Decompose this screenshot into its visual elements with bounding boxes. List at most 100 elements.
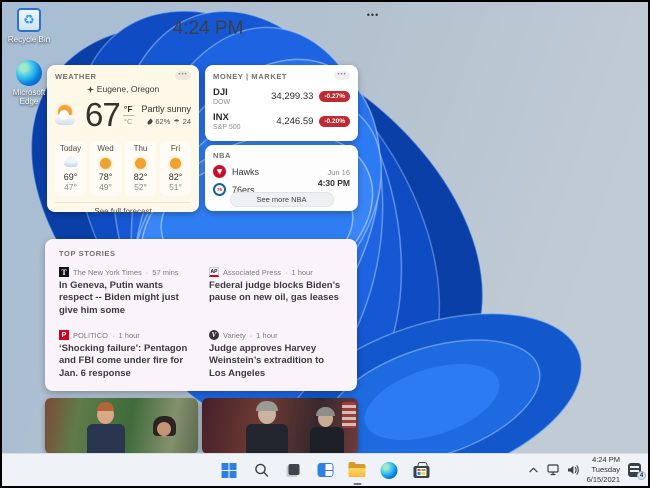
tray-clock[interactable]: 4:24 PM Tuesday 6/15/2021 <box>587 455 620 484</box>
edge-shortcut-label: Microsoft Edge <box>12 88 46 107</box>
story-source: Associated Press <box>223 267 281 277</box>
network-button[interactable] <box>547 462 561 478</box>
tray-time: 4:24 PM <box>592 455 620 465</box>
game-date: Jun 16 <box>327 168 350 177</box>
recycle-bin-icon: ♻ <box>15 6 43 33</box>
game-time: 4:30 PM <box>317 178 350 188</box>
story-source: Variety <box>223 330 246 340</box>
market-row-inx[interactable]: INX S&P 500 4,246.59 -0.20% <box>213 112 350 131</box>
team-row-hawks[interactable]: Hawks <box>213 165 259 178</box>
desktop-screen: ♻ Recycle Bin Microsoft Edge 4:24 PM •••… <box>0 0 650 488</box>
weather-condition: Partly sunny <box>141 104 191 114</box>
variety-logo-icon: V <box>209 330 219 341</box>
store-button[interactable] <box>409 458 434 483</box>
weather-location: Eugene, Oregon <box>96 84 160 94</box>
humidity-value: 62% <box>155 117 171 126</box>
search-icon <box>254 463 268 477</box>
chevron-up-icon <box>529 467 538 473</box>
meta-separator: · <box>249 330 253 340</box>
see-more-nba-button[interactable]: See more NBA <box>229 192 334 207</box>
unit-fahrenheit[interactable]: °F <box>123 104 134 114</box>
top-stories-card: TOP STORIES T The New York Times · 57 mi… <box>45 239 357 391</box>
widgets-panel-clock: 4:24 PM <box>172 18 244 39</box>
story-source: The New York Times <box>73 267 142 277</box>
unit-celsius[interactable]: °C <box>123 117 134 126</box>
meta-separator: · <box>284 267 288 277</box>
edge-shortcut[interactable]: Microsoft Edge <box>5 59 53 106</box>
volume-button[interactable] <box>567 462 581 478</box>
location-icon <box>86 85 94 93</box>
widgets-icon <box>317 463 333 477</box>
partly-sunny-icon <box>55 105 81 125</box>
sunny-icon <box>90 156 121 170</box>
microsoft-store-icon <box>413 461 429 478</box>
start-button[interactable] <box>217 458 242 483</box>
meta-separator: · <box>112 330 115 340</box>
sunny-icon <box>125 156 156 170</box>
market-row-dji[interactable]: DJI DOW 34,299.33 -0.27% <box>213 87 350 106</box>
precip-index: 24 <box>182 117 191 126</box>
speaker-icon <box>568 465 579 475</box>
windows-logo-icon <box>221 462 237 478</box>
edge-button[interactable] <box>377 458 402 483</box>
see-full-forecast-link[interactable]: See full forecast <box>55 202 191 216</box>
nyt-logo-icon: T <box>59 267 69 277</box>
change-badge: -0.27% <box>319 91 350 102</box>
weather-card-title: WEATHER <box>55 72 97 81</box>
widgets-panel-menu[interactable]: ••• <box>361 10 385 24</box>
search-button[interactable] <box>249 458 274 483</box>
umbrella-icon: ☂ <box>173 118 180 126</box>
widgets-button[interactable] <box>313 458 338 483</box>
cloudy-icon <box>55 155 86 170</box>
story-headline[interactable]: Federal judge blocks Biden’s pause on ne… <box>209 280 343 305</box>
forecast-day-today[interactable]: Today 69° 47° <box>55 141 86 196</box>
forecast-day-wed[interactable]: Wed 78° 49° <box>90 141 121 196</box>
hawks-logo-icon <box>213 165 226 178</box>
forecast-day-thu[interactable]: Thu 82° 52° <box>125 141 156 196</box>
market-card[interactable]: MONEY | MARKET ••• DJI DOW 34,299.33 -0.… <box>205 65 358 141</box>
taskbar: 4:24 PM Tuesday 6/15/2021 4 <box>2 453 648 486</box>
story-source: POLITICO <box>73 330 109 340</box>
politico-logo-icon: P <box>59 330 69 341</box>
story-item-ap[interactable]: AP Associated Press · 1 hour Federal jud… <box>209 267 343 317</box>
task-view-button[interactable] <box>281 458 306 483</box>
weather-menu-button[interactable]: ••• <box>175 71 191 80</box>
top-stories-title: TOP STORIES <box>59 249 116 258</box>
story-age: 1 hour <box>256 330 278 340</box>
meta-separator: · <box>145 267 149 277</box>
file-explorer-button[interactable] <box>345 458 370 485</box>
task-view-icon <box>285 462 302 479</box>
story-item-politico[interactable]: P POLITICO · 1 hour ‘Shocking failure’: … <box>59 330 193 380</box>
forecast-day-fri[interactable]: Fri 82° 51° <box>160 141 191 196</box>
notification-button[interactable]: 4 <box>626 463 646 480</box>
network-icon <box>547 464 559 476</box>
news-photo-right[interactable] <box>202 398 358 454</box>
edge-icon <box>15 59 43 86</box>
tray-day: Tuesday <box>591 465 621 475</box>
nba-card[interactable]: NBA Hawks 76 76ers Jun 16 4:30 PM See mo… <box>205 145 358 211</box>
ap-logo-icon: AP <box>209 267 219 277</box>
tray-date: 6/15/2021 <box>586 474 620 484</box>
news-photo-left[interactable] <box>45 398 198 454</box>
recycle-bin-shortcut[interactable]: ♻ Recycle Bin <box>5 6 53 44</box>
story-age: 1 hour <box>291 267 313 277</box>
market-card-title: MONEY | MARKET <box>213 72 288 81</box>
weather-temperature: 67 <box>85 96 121 133</box>
us-flag-detail <box>342 402 356 428</box>
story-headline[interactable]: In Geneva, Putin wants respect -- Biden … <box>59 280 193 317</box>
weather-card[interactable]: WEATHER ••• Eugene, Oregon 67 °F °C Part… <box>47 65 199 216</box>
76ers-logo-icon: 76 <box>213 183 226 196</box>
open-app-indicator <box>353 482 361 485</box>
story-age: 1 hour <box>118 330 140 340</box>
story-item-variety[interactable]: V Variety · 1 hour Judge approves Harvey… <box>209 330 343 380</box>
story-headline[interactable]: ‘Shocking failure’: Pentagon and FBI com… <box>59 343 193 380</box>
unit-toggle[interactable]: °F °C <box>122 104 134 126</box>
recycle-bin-label: Recycle Bin <box>7 35 51 44</box>
sunny-icon <box>160 156 191 170</box>
tray-chevron-button[interactable] <box>527 462 541 478</box>
market-menu-button[interactable]: ••• <box>334 71 350 80</box>
story-headline[interactable]: Judge approves Harvey Weinstein’s extrad… <box>209 343 343 380</box>
edge-icon <box>380 461 398 479</box>
change-badge: -0.20% <box>319 116 350 127</box>
story-item-nyt[interactable]: T The New York Times · 57 mins In Geneva… <box>59 267 193 317</box>
